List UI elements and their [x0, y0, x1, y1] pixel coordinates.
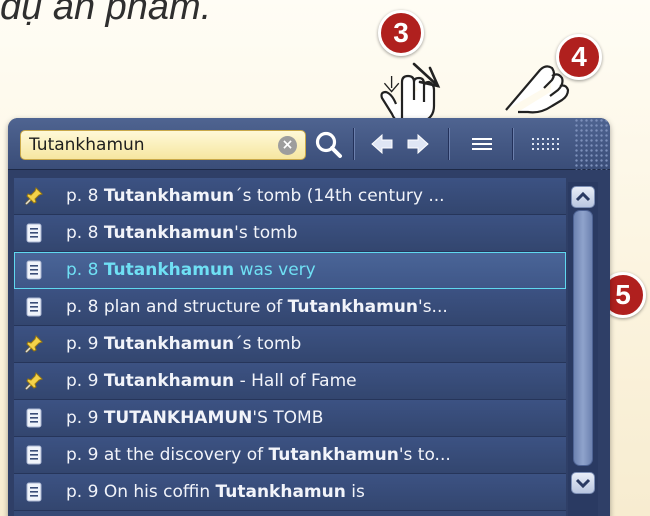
result-row[interactable]: p. 8 Tutankhamun's tomb	[14, 215, 566, 252]
result-suffix: is	[345, 482, 365, 502]
result-row[interactable]: p. 9 Tutankhamun´s tomb	[14, 326, 566, 363]
results-list: p. 8 Tutankhamun´s tomb (14th century ..…	[14, 178, 566, 516]
scroll-down-button[interactable]	[571, 472, 595, 494]
page-number: p. 9	[66, 371, 99, 391]
result-row[interactable]: p. 8 plan and structure of Tutankhamun's…	[14, 289, 566, 326]
search-results-panel: × p. 8 Tutankhamun´s tomb	[8, 118, 610, 516]
chevron-up-icon	[575, 191, 591, 202]
document-icon	[26, 445, 42, 465]
vertical-scrollbar[interactable]	[568, 182, 598, 516]
toolbar-divider	[512, 128, 513, 160]
previous-result-arrow-left-icon[interactable]	[368, 128, 396, 160]
result-row[interactable]: p. 9 On his coffin Tutankhamun is	[14, 474, 566, 511]
result-prefix: On his coffin	[103, 482, 216, 502]
search-term-highlight: Tutankhamun	[103, 223, 235, 243]
result-suffix: 'S TOMB	[252, 408, 324, 428]
search-toolbar: ×	[8, 118, 610, 170]
search-input[interactable]	[29, 134, 259, 156]
grid-view-icon[interactable]	[526, 128, 566, 160]
page-number: p. 9	[66, 334, 99, 354]
search-term-highlight: Tutankhamun	[103, 334, 235, 354]
search-term-highlight: TUTANKHAMUN	[103, 408, 253, 428]
pointing-hand-icon	[505, 65, 570, 114]
chevron-down-icon	[575, 478, 591, 489]
result-text: p. 9 at the discovery of Tutankhamun's t…	[66, 445, 536, 465]
result-suffix: 's tomb	[234, 223, 298, 243]
result-row[interactable]: p. 9 Tutankhamun - Hall of Fame	[14, 363, 566, 400]
result-text: p. 8 Tutankhamun was very	[66, 260, 536, 280]
scrollbar-thumb[interactable]	[573, 210, 593, 466]
toolbar-divider	[353, 128, 354, 160]
caption-text: dụ ấn phẩm.	[0, 0, 212, 28]
pin-icon	[25, 372, 43, 390]
page-number: p. 9	[66, 482, 99, 502]
scroll-up-button[interactable]	[571, 186, 595, 208]
page-number: p. 9	[66, 445, 99, 465]
clear-search-icon[interactable]: ×	[278, 136, 297, 155]
page-number: p. 8	[66, 186, 99, 206]
result-suffix: 's...	[418, 297, 448, 317]
result-row[interactable]: p. 9 TUTANKHAMUN'S TOMB	[14, 400, 566, 437]
result-row[interactable]: p. 9 at the discovery of Tutankhamun's t…	[14, 437, 566, 474]
result-text: p. 8 plan and structure of Tutankhamun's…	[66, 297, 536, 317]
result-row[interactable]: p. 8 Tutankhamun´s tomb (14th century ..…	[14, 178, 566, 215]
result-suffix: 's to...	[398, 445, 451, 465]
search-magnifier-icon[interactable]	[312, 128, 346, 160]
pin-icon	[25, 335, 43, 353]
pin-icon	[25, 187, 43, 205]
next-result-arrow-right-icon[interactable]	[404, 128, 432, 160]
page-number: p. 8	[66, 260, 99, 280]
result-text: p. 9 TUTANKHAMUN'S TOMB	[66, 408, 536, 428]
page-number: p. 8	[66, 223, 99, 243]
result-text: p. 9 Tutankhamun - Hall of Fame	[66, 371, 536, 391]
page-number: p. 8	[66, 297, 99, 317]
page-number: p. 9	[66, 408, 99, 428]
result-text: p. 8 Tutankhamun´s tomb (14th century ..…	[66, 186, 536, 206]
list-view-icon[interactable]	[466, 128, 498, 160]
callout-badge-3: 3	[378, 10, 424, 56]
document-icon	[26, 223, 42, 243]
search-term-highlight: Tutankhamun	[103, 260, 235, 280]
document-icon	[26, 408, 42, 428]
document-icon	[26, 297, 42, 317]
result-text: p. 8 Tutankhamun's tomb	[66, 223, 536, 243]
result-prefix: plan and structure of	[103, 297, 288, 317]
result-suffix: ´s tomb	[234, 334, 302, 354]
search-term-highlight: Tutankhamun	[215, 482, 346, 502]
search-term-highlight: Tutankhamun	[268, 445, 399, 465]
result-text: p. 9 Tutankhamun´s tomb	[66, 334, 536, 354]
search-box[interactable]: ×	[20, 130, 306, 160]
search-term-highlight: Tutankhamun	[287, 297, 419, 317]
toolbar-divider	[448, 128, 449, 160]
pointing-hand-icon	[380, 62, 441, 126]
result-suffix: ´s tomb (14th century ...	[234, 186, 445, 206]
result-suffix: - Hall of Fame	[234, 371, 357, 391]
search-term-highlight: Tutankhamun	[103, 186, 235, 206]
document-icon	[26, 260, 42, 280]
result-prefix: at the discovery of	[103, 445, 269, 465]
document-icon	[26, 482, 42, 502]
result-text: p. 9 On his coffin Tutankhamun is	[66, 482, 536, 502]
result-row[interactable]: p. 8 Tutankhamun was very	[14, 252, 566, 289]
search-term-highlight: Tutankhamun	[103, 371, 235, 391]
resize-grip[interactable]	[574, 118, 610, 170]
result-suffix: was very	[234, 260, 316, 280]
